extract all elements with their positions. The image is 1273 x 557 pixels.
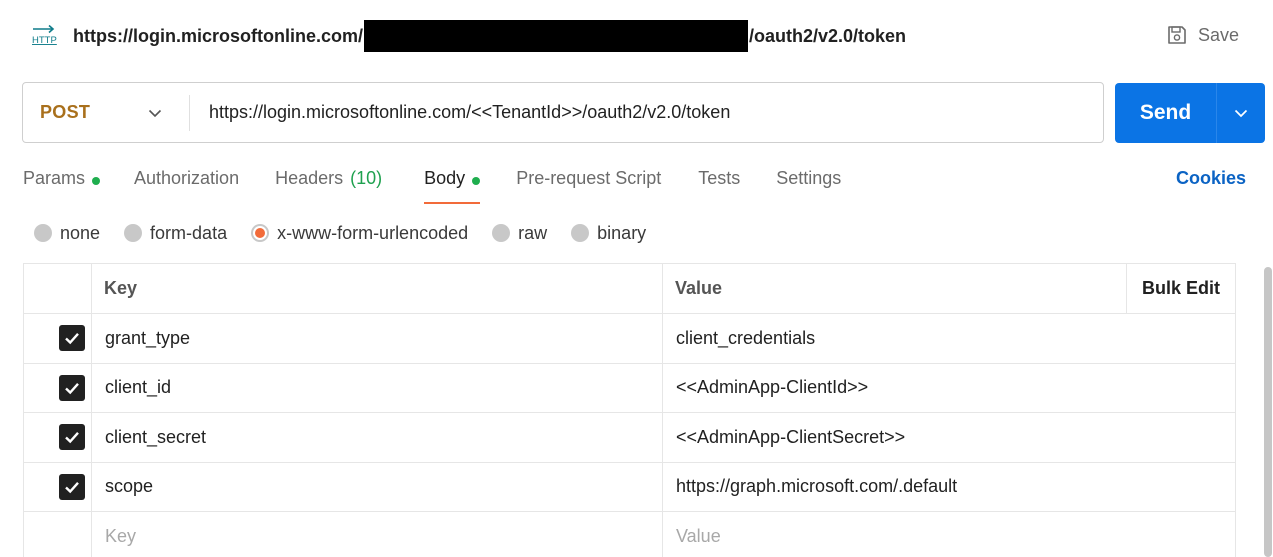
save-label: Save — [1198, 24, 1240, 45]
tab-params[interactable]: Params — [23, 166, 101, 204]
title-prefix: https://login.microsoftonline.com/ — [73, 25, 363, 46]
row-actions-cell — [1126, 412, 1236, 463]
table-row: client_secret <<AdminApp-ClientSecret>> — [23, 412, 1236, 463]
headers-count: (10) — [350, 168, 383, 188]
checkmark-icon — [65, 432, 79, 444]
table-row: scope https://graph.microsoft.com/.defau… — [23, 461, 1236, 512]
radio-label: none — [60, 222, 101, 243]
body-type-selector: none form-data x-www-form-urlencoded raw… — [34, 220, 646, 246]
table-header-row: Key Value Bulk Edit — [23, 263, 1236, 314]
body-params-table: Key Value Bulk Edit grant_type client_cr… — [23, 263, 1236, 557]
radio-label: x-www-form-urlencoded — [277, 222, 469, 243]
active-indicator-dot — [92, 177, 101, 185]
radio-button[interactable] — [34, 224, 52, 242]
radio-label: form-data — [150, 222, 228, 243]
send-button[interactable]: Send — [1115, 83, 1216, 143]
tab-label: Body — [424, 168, 466, 188]
tab-label: Pre-request Script — [516, 168, 662, 188]
row-checkbox[interactable] — [59, 473, 85, 500]
tab-settings[interactable]: Settings — [776, 166, 841, 204]
row-key[interactable]: client_id — [91, 362, 663, 413]
row-checkbox-cell — [23, 461, 92, 512]
tab-label: Authorization — [134, 168, 240, 188]
row-checkbox-cell — [23, 511, 92, 557]
row-checkbox[interactable] — [59, 374, 85, 401]
checkmark-icon — [65, 333, 79, 345]
tab-label: Settings — [776, 168, 842, 188]
new-value-input[interactable]: Value — [662, 511, 1127, 557]
method-select[interactable]: POST — [23, 83, 189, 142]
save-icon — [1168, 26, 1186, 44]
tab-tests[interactable]: Tests — [698, 166, 740, 204]
radio-form-data[interactable]: form-data — [124, 223, 227, 244]
table-row-new: Key Value — [23, 511, 1236, 557]
row-checkbox-cell — [23, 362, 92, 413]
save-button[interactable]: Save — [1166, 22, 1239, 48]
send-button-group: Send — [1115, 83, 1265, 143]
row-actions-cell — [1126, 461, 1236, 512]
tab-label: Params — [23, 168, 86, 188]
row-key[interactable]: scope — [91, 461, 663, 512]
header-key: Key — [91, 263, 663, 314]
http-icon: HTTP — [32, 24, 57, 46]
url-input[interactable] — [190, 83, 1103, 142]
radio-label: binary — [597, 222, 647, 243]
chevron-down-icon — [148, 109, 162, 118]
tab-headers[interactable]: Headers (10) — [275, 166, 382, 204]
row-checkbox-cell — [23, 313, 92, 364]
row-actions-cell — [1126, 511, 1236, 557]
row-actions-cell — [1126, 313, 1236, 364]
radio-button[interactable] — [492, 224, 511, 242]
radio-x-www-form-urlencoded[interactable]: x-www-form-urlencoded — [251, 223, 468, 244]
bulk-edit-button[interactable]: Bulk Edit — [1126, 263, 1236, 314]
redaction-box — [364, 20, 748, 52]
request-tabs: Params Authorization Headers (10) Body P… — [23, 166, 841, 206]
row-checkbox[interactable] — [59, 424, 85, 451]
active-indicator-dot — [472, 177, 481, 185]
vertical-scrollbar-thumb[interactable] — [1264, 267, 1272, 557]
row-value[interactable]: client_credentials — [662, 313, 1127, 364]
tab-authorization[interactable]: Authorization — [134, 166, 239, 204]
radio-binary[interactable]: binary — [571, 223, 646, 244]
row-key[interactable]: client_secret — [91, 412, 663, 463]
cookies-link[interactable]: Cookies — [1176, 168, 1246, 189]
row-value[interactable]: <<AdminApp-ClientSecret>> — [662, 412, 1127, 463]
radio-label: raw — [518, 222, 548, 243]
request-title-bar: HTTP https://login.microsoftonline.com/ … — [0, 0, 1273, 70]
tab-label: Tests — [698, 168, 741, 188]
title-suffix: /oauth2/v2.0/token — [749, 25, 907, 46]
new-key-input[interactable]: Key — [91, 511, 663, 557]
row-key[interactable]: grant_type — [91, 313, 663, 364]
svg-text:HTTP: HTTP — [32, 35, 57, 46]
send-options-button[interactable] — [1217, 83, 1265, 143]
radio-raw[interactable]: raw — [492, 223, 547, 244]
request-title[interactable]: https://login.microsoftonline.com/ /oaut… — [73, 20, 907, 52]
row-actions-cell — [1126, 362, 1236, 413]
radio-none[interactable]: none — [34, 223, 100, 244]
tab-pre-request-script[interactable]: Pre-request Script — [516, 166, 661, 204]
radio-button[interactable] — [571, 224, 590, 242]
method-label: POST — [40, 102, 91, 122]
chevron-down-icon — [1234, 109, 1248, 118]
tab-label: Headers — [275, 168, 344, 188]
table-row: grant_type client_credentials — [23, 313, 1236, 364]
header-checkbox-column — [23, 263, 92, 314]
radio-button-selected[interactable] — [251, 224, 270, 242]
tab-body[interactable]: Body — [424, 166, 481, 204]
request-url-bar: POST — [22, 82, 1104, 143]
row-value[interactable]: <<AdminApp-ClientId>> — [662, 362, 1127, 413]
row-value[interactable]: https://graph.microsoft.com/.default — [662, 461, 1127, 512]
table-row: client_id <<AdminApp-ClientId>> — [23, 362, 1236, 413]
checkmark-icon — [65, 382, 79, 394]
checkmark-icon — [65, 481, 79, 493]
row-checkbox[interactable] — [59, 325, 85, 352]
row-checkbox-cell — [23, 412, 92, 463]
header-value: Value — [662, 263, 1127, 314]
radio-button[interactable] — [124, 224, 143, 242]
